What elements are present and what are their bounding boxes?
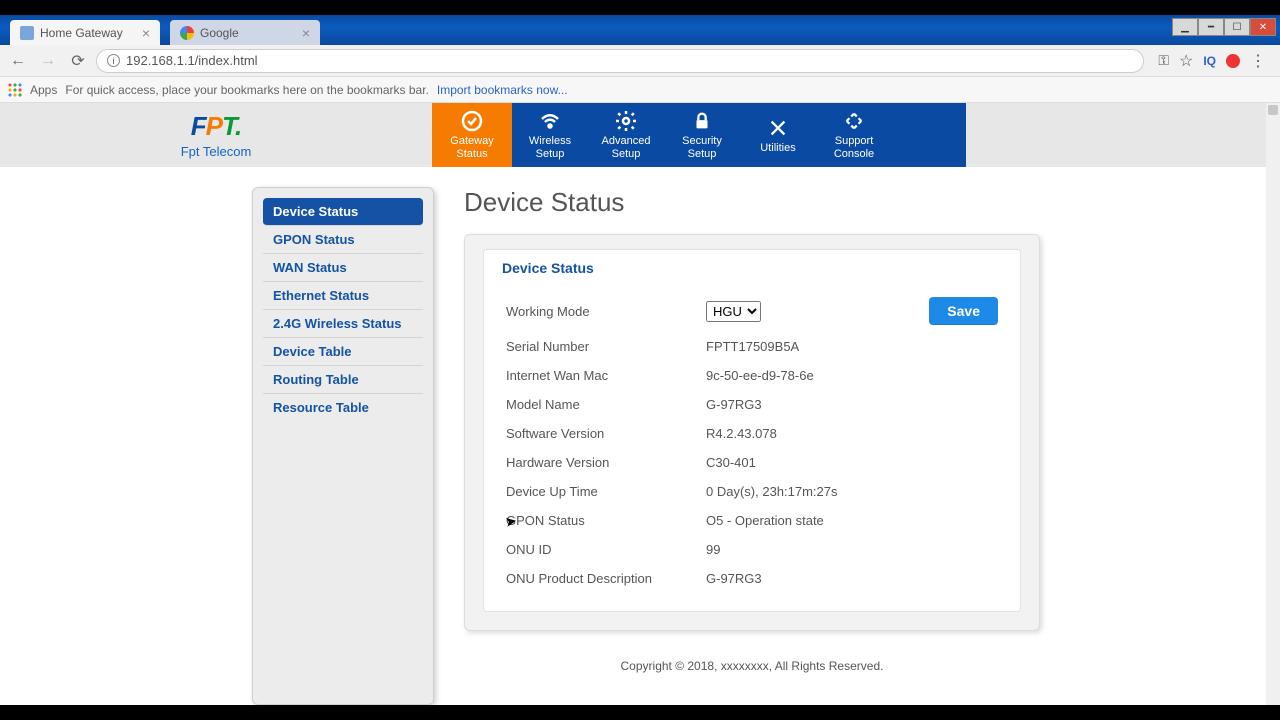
sidebar-item-wireless-status[interactable]: 2.4G Wireless Status	[263, 310, 423, 338]
sidebar-item-device-status[interactable]: Device Status	[263, 198, 423, 226]
nav-security-setup[interactable]: SecuritySetup	[664, 103, 740, 167]
support-icon	[842, 109, 866, 133]
row-value: G-97RG3	[702, 390, 1002, 419]
star-icon[interactable]: ☆	[1179, 51, 1193, 71]
nav-support-console[interactable]: SupportConsole	[816, 103, 892, 167]
row-label: GPON Status	[502, 506, 702, 535]
reload-button[interactable]: ⟳	[66, 49, 90, 73]
lock-icon	[690, 109, 714, 133]
tools-icon	[766, 116, 790, 140]
favicon-home-icon	[20, 26, 34, 40]
window-minimize-button[interactable]: ━	[1198, 18, 1224, 36]
row-value: 0 Day(s), 23h:17m:27s	[702, 477, 1002, 506]
top-nav: GatewayStatus WirelessSetup AdvancedSetu…	[432, 103, 966, 167]
row-label: Serial Number	[502, 332, 702, 361]
url-input[interactable]: i 192.168.1.1/index.html	[96, 49, 1144, 73]
table-row: GPON StatusO5 - Operation state	[502, 506, 1002, 535]
brand-subtitle: Fpt Telecom	[181, 144, 252, 159]
window-minimize-far-button[interactable]: ▁	[1172, 18, 1198, 36]
tab-title: Home Gateway	[40, 26, 123, 40]
browser-tab[interactable]: Google ×	[170, 20, 320, 45]
row-value: 9c-50-ee-d9-78-6e	[702, 361, 1002, 390]
window-controls: ▁ ━ ☐ ✕	[1172, 18, 1276, 36]
forward-button[interactable]: →	[36, 49, 60, 73]
footer-text: Copyright © 2018, xxxxxxxx, All Rights R…	[464, 659, 1040, 673]
panel-heading: Device Status	[502, 250, 1002, 290]
row-label: Software Version	[502, 419, 702, 448]
table-row: Internet Wan Mac9c-50-ee-d9-78-6e	[502, 361, 1002, 390]
page-title: Device Status	[464, 187, 1040, 218]
url-text: 192.168.1.1/index.html	[126, 53, 258, 68]
apps-label[interactable]: Apps	[30, 83, 57, 97]
row-label: Model Name	[502, 390, 702, 419]
gear-icon	[614, 109, 638, 133]
nav-utilities[interactable]: Utilities	[740, 103, 816, 167]
row-value: R4.2.43.078	[702, 419, 1002, 448]
back-button[interactable]: ←	[6, 49, 30, 73]
window-maximize-button[interactable]: ☐	[1224, 18, 1250, 36]
row-label: ONU Product Description	[502, 564, 702, 593]
row-value: G-97RG3	[702, 564, 1002, 593]
sidebar-item-gpon-status[interactable]: GPON Status	[263, 226, 423, 254]
sidebar-item-ethernet-status[interactable]: Ethernet Status	[263, 282, 423, 310]
import-bookmarks-link[interactable]: Import bookmarks now...	[437, 83, 568, 97]
main-content: Device Status Device Status Working Mode…	[464, 187, 1280, 705]
info-icon: i	[107, 54, 120, 67]
check-circle-icon	[460, 109, 484, 133]
window-close-button[interactable]: ✕	[1250, 18, 1276, 36]
sidebar-item-device-table[interactable]: Device Table	[263, 338, 423, 366]
table-row: Hardware VersionC30-401	[502, 448, 1002, 477]
favicon-google-icon	[180, 26, 194, 40]
bookmark-bar: Apps For quick access, place your bookma…	[0, 77, 1280, 103]
extension-record-icon[interactable]	[1226, 54, 1240, 68]
wifi-icon	[538, 109, 562, 133]
page-content: FPT. Fpt Telecom GatewayStatus WirelessS…	[0, 103, 1280, 705]
key-icon[interactable]: ⚿	[1158, 52, 1169, 69]
nav-wireless-setup[interactable]: WirelessSetup	[512, 103, 588, 167]
scrollbar[interactable]	[1266, 103, 1280, 705]
logo-area: FPT. Fpt Telecom	[0, 103, 432, 167]
window-titlebar: Home Gateway × Google × ▁ ━ ☐ ✕	[0, 15, 1280, 45]
table-row: ONU ID99	[502, 535, 1002, 564]
row-value: O5 - Operation state	[702, 506, 1002, 535]
table-row: Model NameG-97RG3	[502, 390, 1002, 419]
bookmark-hint: For quick access, place your bookmarks h…	[65, 83, 429, 97]
nav-advanced-setup[interactable]: AdvancedSetup	[588, 103, 664, 167]
sidebar-item-resource-table[interactable]: Resource Table	[263, 394, 423, 421]
row-value: 99	[702, 535, 1002, 564]
brand-logo: FPT.	[191, 111, 241, 142]
label-working-mode: Working Mode	[502, 290, 702, 332]
save-button[interactable]: Save	[929, 297, 998, 325]
address-bar: ← → ⟳ i 192.168.1.1/index.html ⚿ ☆ IQ ⋮	[0, 45, 1280, 77]
row-value: C30-401	[702, 448, 1002, 477]
nav-gateway-status[interactable]: GatewayStatus	[432, 103, 512, 167]
row-label: Hardware Version	[502, 448, 702, 477]
row-label: ONU ID	[502, 535, 702, 564]
close-icon[interactable]: ×	[302, 25, 310, 41]
menu-icon[interactable]: ⋮	[1250, 51, 1266, 71]
tab-title: Google	[200, 26, 239, 40]
close-icon[interactable]: ×	[142, 25, 150, 41]
table-row: Serial NumberFPTT17509B5A	[502, 332, 1002, 361]
table-row: ONU Product DescriptionG-97RG3	[502, 564, 1002, 593]
browser-tab-active[interactable]: Home Gateway ×	[10, 20, 160, 45]
row-label: Device Up Time	[502, 477, 702, 506]
table-row: Software VersionR4.2.43.078	[502, 419, 1002, 448]
table-row: Device Up Time0 Day(s), 23h:17m:27s	[502, 477, 1002, 506]
sidebar: Device Status GPON Status WAN Status Eth…	[252, 187, 434, 705]
working-mode-select[interactable]: HGU	[706, 301, 761, 322]
extension-iq-icon[interactable]: IQ	[1203, 54, 1216, 68]
device-info-table: Working Mode HGU Save Seria	[502, 290, 1002, 593]
scrollbar-thumb[interactable]	[1268, 105, 1278, 115]
sidebar-item-routing-table[interactable]: Routing Table	[263, 366, 423, 394]
row-working-mode: Working Mode HGU Save	[502, 290, 1002, 332]
device-status-panel: Device Status Working Mode HGU	[464, 234, 1040, 631]
apps-icon[interactable]	[8, 83, 22, 97]
row-value: FPTT17509B5A	[702, 332, 1002, 361]
row-label: Internet Wan Mac	[502, 361, 702, 390]
sidebar-item-wan-status[interactable]: WAN Status	[263, 254, 423, 282]
